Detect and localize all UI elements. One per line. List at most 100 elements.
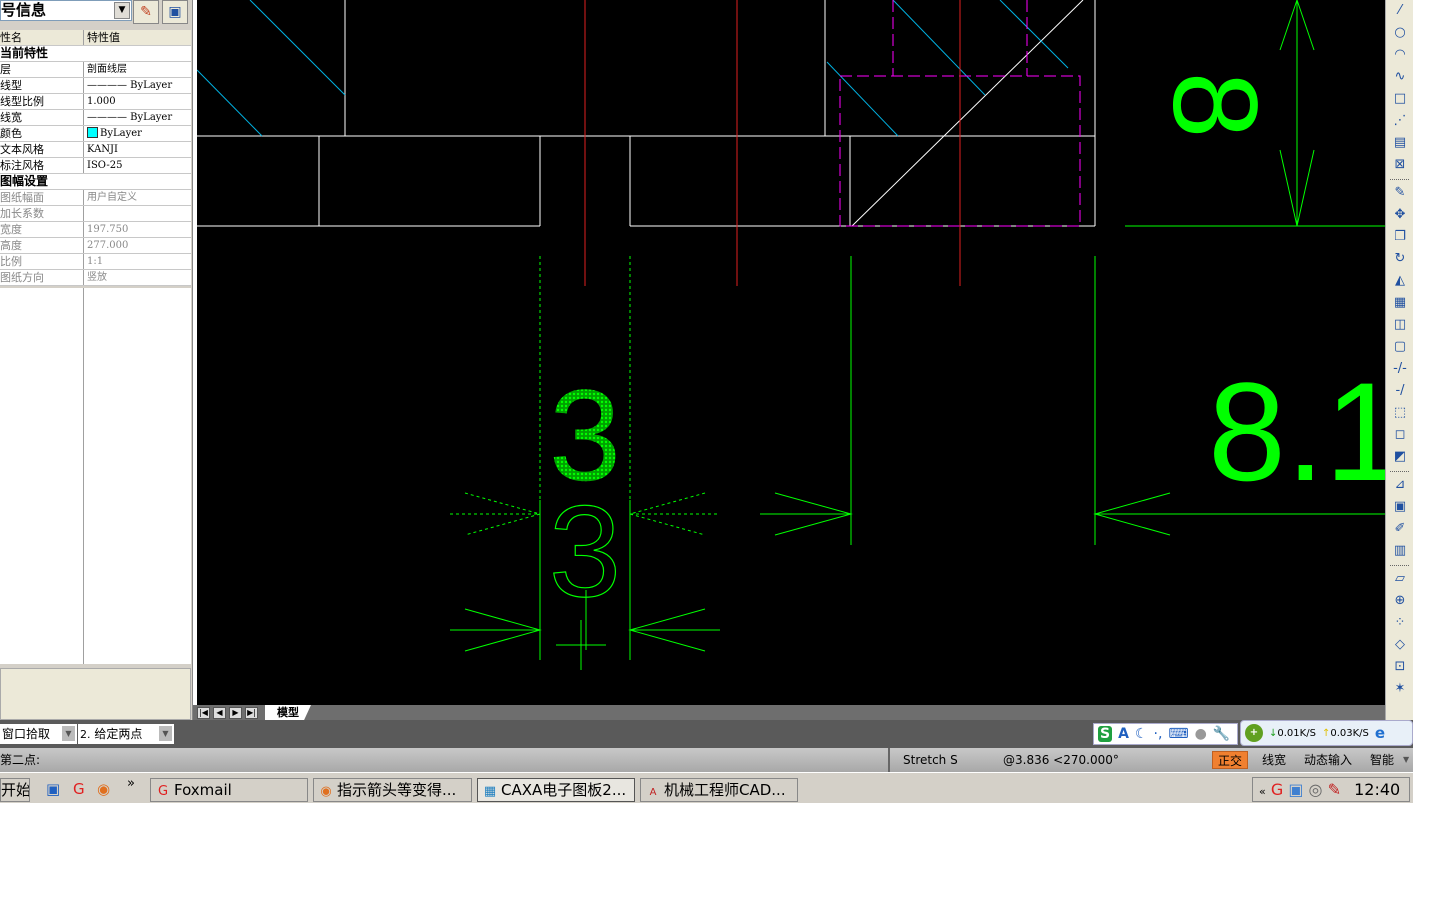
more-icon[interactable]: » [127, 776, 135, 791]
block-icon[interactable]: ▱ [1386, 568, 1414, 590]
move-icon[interactable]: ✥ [1386, 204, 1414, 226]
tag-icon[interactable]: ◇ [1386, 634, 1414, 656]
property-row[interactable]: 线型 ———— ByLayer [0, 78, 191, 94]
property-value[interactable]: 1:1 [84, 254, 191, 269]
property-row[interactable]: 图纸幅面 用户自定义 [0, 190, 191, 206]
expand-tray-icon[interactable]: « [1259, 785, 1266, 798]
taskbar-item-foxmail[interactable]: G Foxmail [150, 778, 308, 802]
property-value[interactable]: ByLayer [84, 126, 191, 141]
spline-icon[interactable]: ∿ [1386, 66, 1414, 88]
property-value[interactable]: 用户自定义 [84, 190, 191, 205]
insert-icon[interactable]: ⊕ [1386, 590, 1414, 612]
attribute-icon[interactable]: ⁘ [1386, 612, 1414, 634]
moon-icon[interactable]: ☾ [1135, 726, 1148, 742]
property-value[interactable]: 277.000 [84, 238, 191, 253]
erase-icon[interactable]: ✐ [1386, 518, 1414, 540]
dim-text-3-outline[interactable]: 3 [548, 477, 622, 624]
taskbar-item-caxa[interactable]: ▦ CAXA电子图板2... [477, 778, 635, 802]
mirror-icon[interactable]: ◭ [1386, 270, 1414, 292]
next-tab-button[interactable]: ▶ [229, 707, 242, 719]
chamfer-icon[interactable]: ◩ [1386, 446, 1414, 468]
quick-select-button[interactable]: ▣ [162, 0, 188, 24]
array-icon[interactable]: ▦ [1386, 292, 1414, 314]
property-row[interactable]: 线宽 ———— ByLayer [0, 110, 191, 126]
property-row[interactable]: 文本风格 KANJI [0, 142, 191, 158]
dimension-icon[interactable]: ⊿ [1386, 474, 1414, 496]
first-tab-button[interactable]: |◀ [197, 707, 210, 719]
properties-icon[interactable]: ▣ [1386, 496, 1414, 518]
properties-dropdown[interactable]: ▼ [114, 2, 130, 19]
ortho-toggle[interactable]: 正交 [1212, 751, 1249, 769]
property-row[interactable]: 加长系数 [0, 206, 191, 222]
offset-icon[interactable]: ▢ [1386, 336, 1414, 358]
plus-icon[interactable]: + [1245, 724, 1263, 742]
volume-icon[interactable]: ◎ [1309, 780, 1323, 799]
delete-icon[interactable]: ✎ [1386, 182, 1414, 204]
property-value[interactable]: 剖面线层 [84, 62, 191, 77]
property-row[interactable]: 高度 277.000 [0, 238, 191, 254]
trim-icon[interactable]: -/- [1386, 358, 1414, 380]
rotate-icon[interactable]: ↻ [1386, 248, 1414, 270]
property-row[interactable]: 层剖面线层 [0, 62, 191, 78]
property-row[interactable]: 线型比例 1.000 [0, 94, 191, 110]
foxmail-tray-icon[interactable]: G [1271, 780, 1283, 799]
property-row[interactable]: 图纸方向 竖放 [0, 270, 191, 286]
punctuation-icon[interactable]: ·, [1154, 726, 1163, 742]
wrench-icon[interactable]: 🔧 [1213, 726, 1230, 742]
dynamic-input-toggle[interactable]: 动态输入 [1304, 748, 1352, 772]
notepad-icon[interactable]: ✎ [1328, 780, 1341, 799]
property-value[interactable]: 197.750 [84, 222, 191, 237]
last-tab-button[interactable]: ▶| [245, 707, 258, 719]
scale-icon[interactable]: ◫ [1386, 314, 1414, 336]
network-icon[interactable]: ▣ [1288, 780, 1303, 799]
sogou-icon[interactable]: S [1098, 726, 1113, 742]
line-icon[interactable]: ⁄ [1386, 0, 1414, 22]
clock[interactable]: 12:40 [1354, 780, 1400, 799]
copy-icon[interactable]: ❐ [1386, 226, 1414, 248]
property-row[interactable]: 宽度 197.750 [0, 222, 191, 238]
keyboard-icon[interactable]: ⌨ [1168, 726, 1188, 742]
firefox-quick-icon[interactable]: ◉ [97, 780, 110, 798]
extend-icon[interactable]: -/ [1386, 380, 1414, 402]
match-icon[interactable]: ⊡ [1386, 656, 1414, 678]
format-brush-icon[interactable]: ▥ [1386, 540, 1414, 562]
hatch-icon[interactable]: ▤ [1386, 132, 1414, 154]
section-header[interactable]: 当前特性 [0, 46, 191, 62]
property-row[interactable]: 比例 1:1 [0, 254, 191, 270]
taskbar-item-firefox[interactable]: ◉ 指示箭头等变得... [313, 778, 472, 802]
pick-mode-select[interactable]: 窗口拾取 ▼ [0, 724, 77, 744]
section-header[interactable]: 图幅设置 [0, 174, 191, 190]
start-button[interactable]: 开始 [0, 778, 30, 802]
break-icon[interactable]: ◻ [1386, 424, 1414, 446]
chevron-down-icon[interactable]: ▼ [1403, 748, 1409, 772]
property-value[interactable]: KANJI [84, 142, 191, 157]
rectangle-icon[interactable]: □ [1386, 88, 1414, 110]
property-row[interactable]: 标注风格 ISO-25 [0, 158, 191, 174]
dim-text-8[interactable]: 8 [1148, 72, 1282, 139]
lineweight-toggle[interactable]: 线宽 [1262, 748, 1286, 772]
centerline-icon[interactable]: ⋰ [1386, 110, 1414, 132]
desktop-icon[interactable]: ▣ [46, 780, 60, 798]
property-value[interactable]: 竖放 [84, 270, 191, 285]
prev-tab-button[interactable]: ◀ [213, 707, 226, 719]
foxmail-quick-icon[interactable]: G [73, 780, 85, 798]
explode-icon[interactable]: ✶ [1386, 678, 1414, 700]
taskbar-item-cad[interactable]: A 机械工程师CAD... [640, 778, 798, 802]
stretch-mode-select[interactable]: 2. 给定两点 ▼ [78, 724, 174, 744]
smart-toggle[interactable]: 智能 [1370, 748, 1394, 772]
dim-text-8-1[interactable]: 8.1 [1208, 353, 1403, 510]
stretch-icon[interactable]: ⬚ [1386, 402, 1414, 424]
circle-icon[interactable]: ○ [1386, 22, 1414, 44]
clear-selection-button[interactable]: ✎ [133, 0, 159, 24]
property-value[interactable]: ———— ByLayer [84, 78, 191, 93]
property-value[interactable]: 1.000 [84, 94, 191, 109]
property-value[interactable]: ISO-25 [84, 158, 191, 173]
user-icon[interactable]: ● [1195, 726, 1207, 742]
fill-icon[interactable]: ⊠ [1386, 154, 1414, 176]
property-row[interactable]: 颜色 ByLayer [0, 126, 191, 142]
ie-icon[interactable]: e [1375, 724, 1385, 742]
tab-model[interactable]: 模型 [265, 705, 311, 720]
font-icon[interactable]: A [1118, 726, 1129, 742]
drawing-canvas[interactable]: 8 8.1 3 3 [196, 0, 1403, 705]
property-value[interactable]: ———— ByLayer [84, 110, 191, 125]
